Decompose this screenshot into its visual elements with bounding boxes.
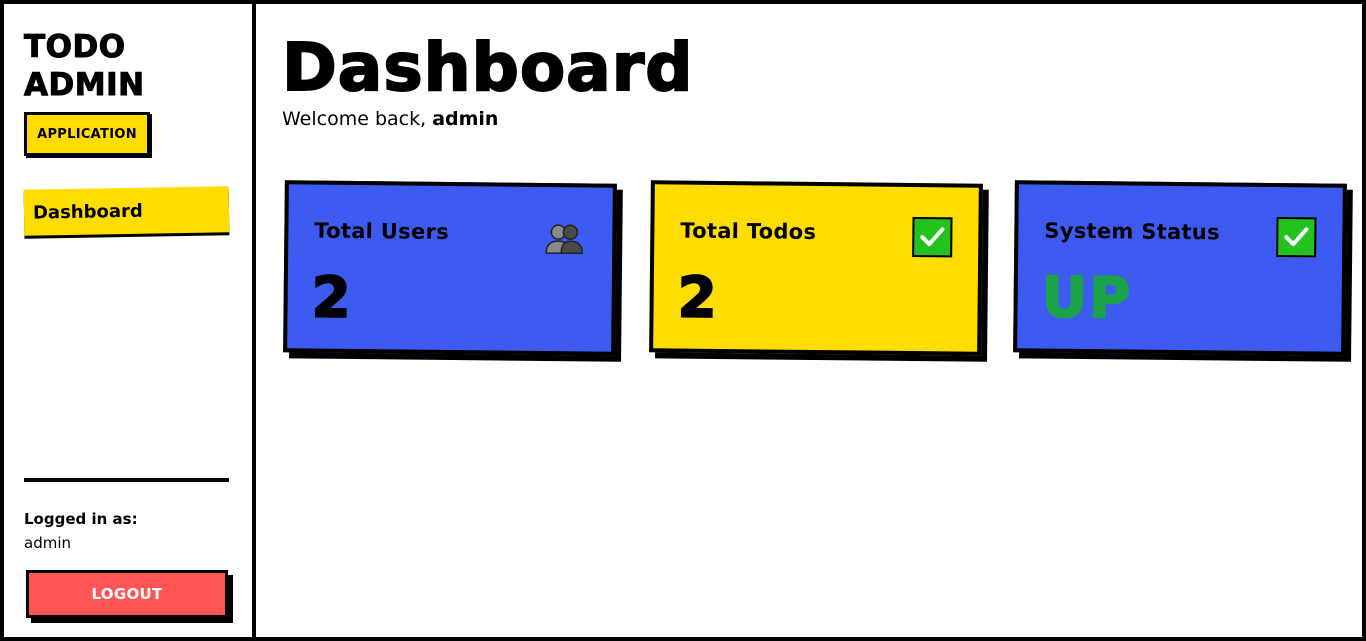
sidebar-item-label: Dashboard [32,200,143,224]
logout-button[interactable]: LOGOUT [26,570,228,618]
app-frame: TODO ADMIN APPLICATION Dashboard Logged … [0,0,1366,641]
check-icon [912,217,953,258]
card-title: System Status [1044,218,1221,245]
check-icon [1276,217,1317,258]
card-title: Total Todos [680,218,817,245]
main-content: Dashboard Welcome back, admin Total User… [260,4,1366,637]
brand-line-2: ADMIN [24,67,145,104]
welcome-message: Welcome back, admin [282,108,498,130]
welcome-prefix: Welcome back, [282,108,433,130]
users-icon [545,224,583,255]
sidebar-item-dashboard[interactable]: Dashboard [23,186,230,236]
sidebar-divider [24,478,229,482]
card-value: 2 [676,265,718,332]
card-value: 2 [310,265,352,332]
page-title: Dashboard [281,28,694,107]
stat-card-system-status: System Status UP [1013,180,1347,356]
stat-card-total-todos: Total Todos 2 [649,180,983,356]
brand-line-1: TODO [24,29,126,66]
sidebar: TODO ADMIN APPLICATION Dashboard Logged … [4,4,256,637]
system-status-value: UP [1040,265,1133,333]
logged-in-label: Logged in as: [24,510,138,528]
application-badge: APPLICATION [24,112,150,156]
card-title: Total Users [314,218,450,244]
app-logo: TODO ADMIN [24,28,224,104]
welcome-username: admin [432,108,499,130]
stat-card-total-users: Total Users 2 [283,180,617,356]
logged-in-username: admin [24,534,71,552]
